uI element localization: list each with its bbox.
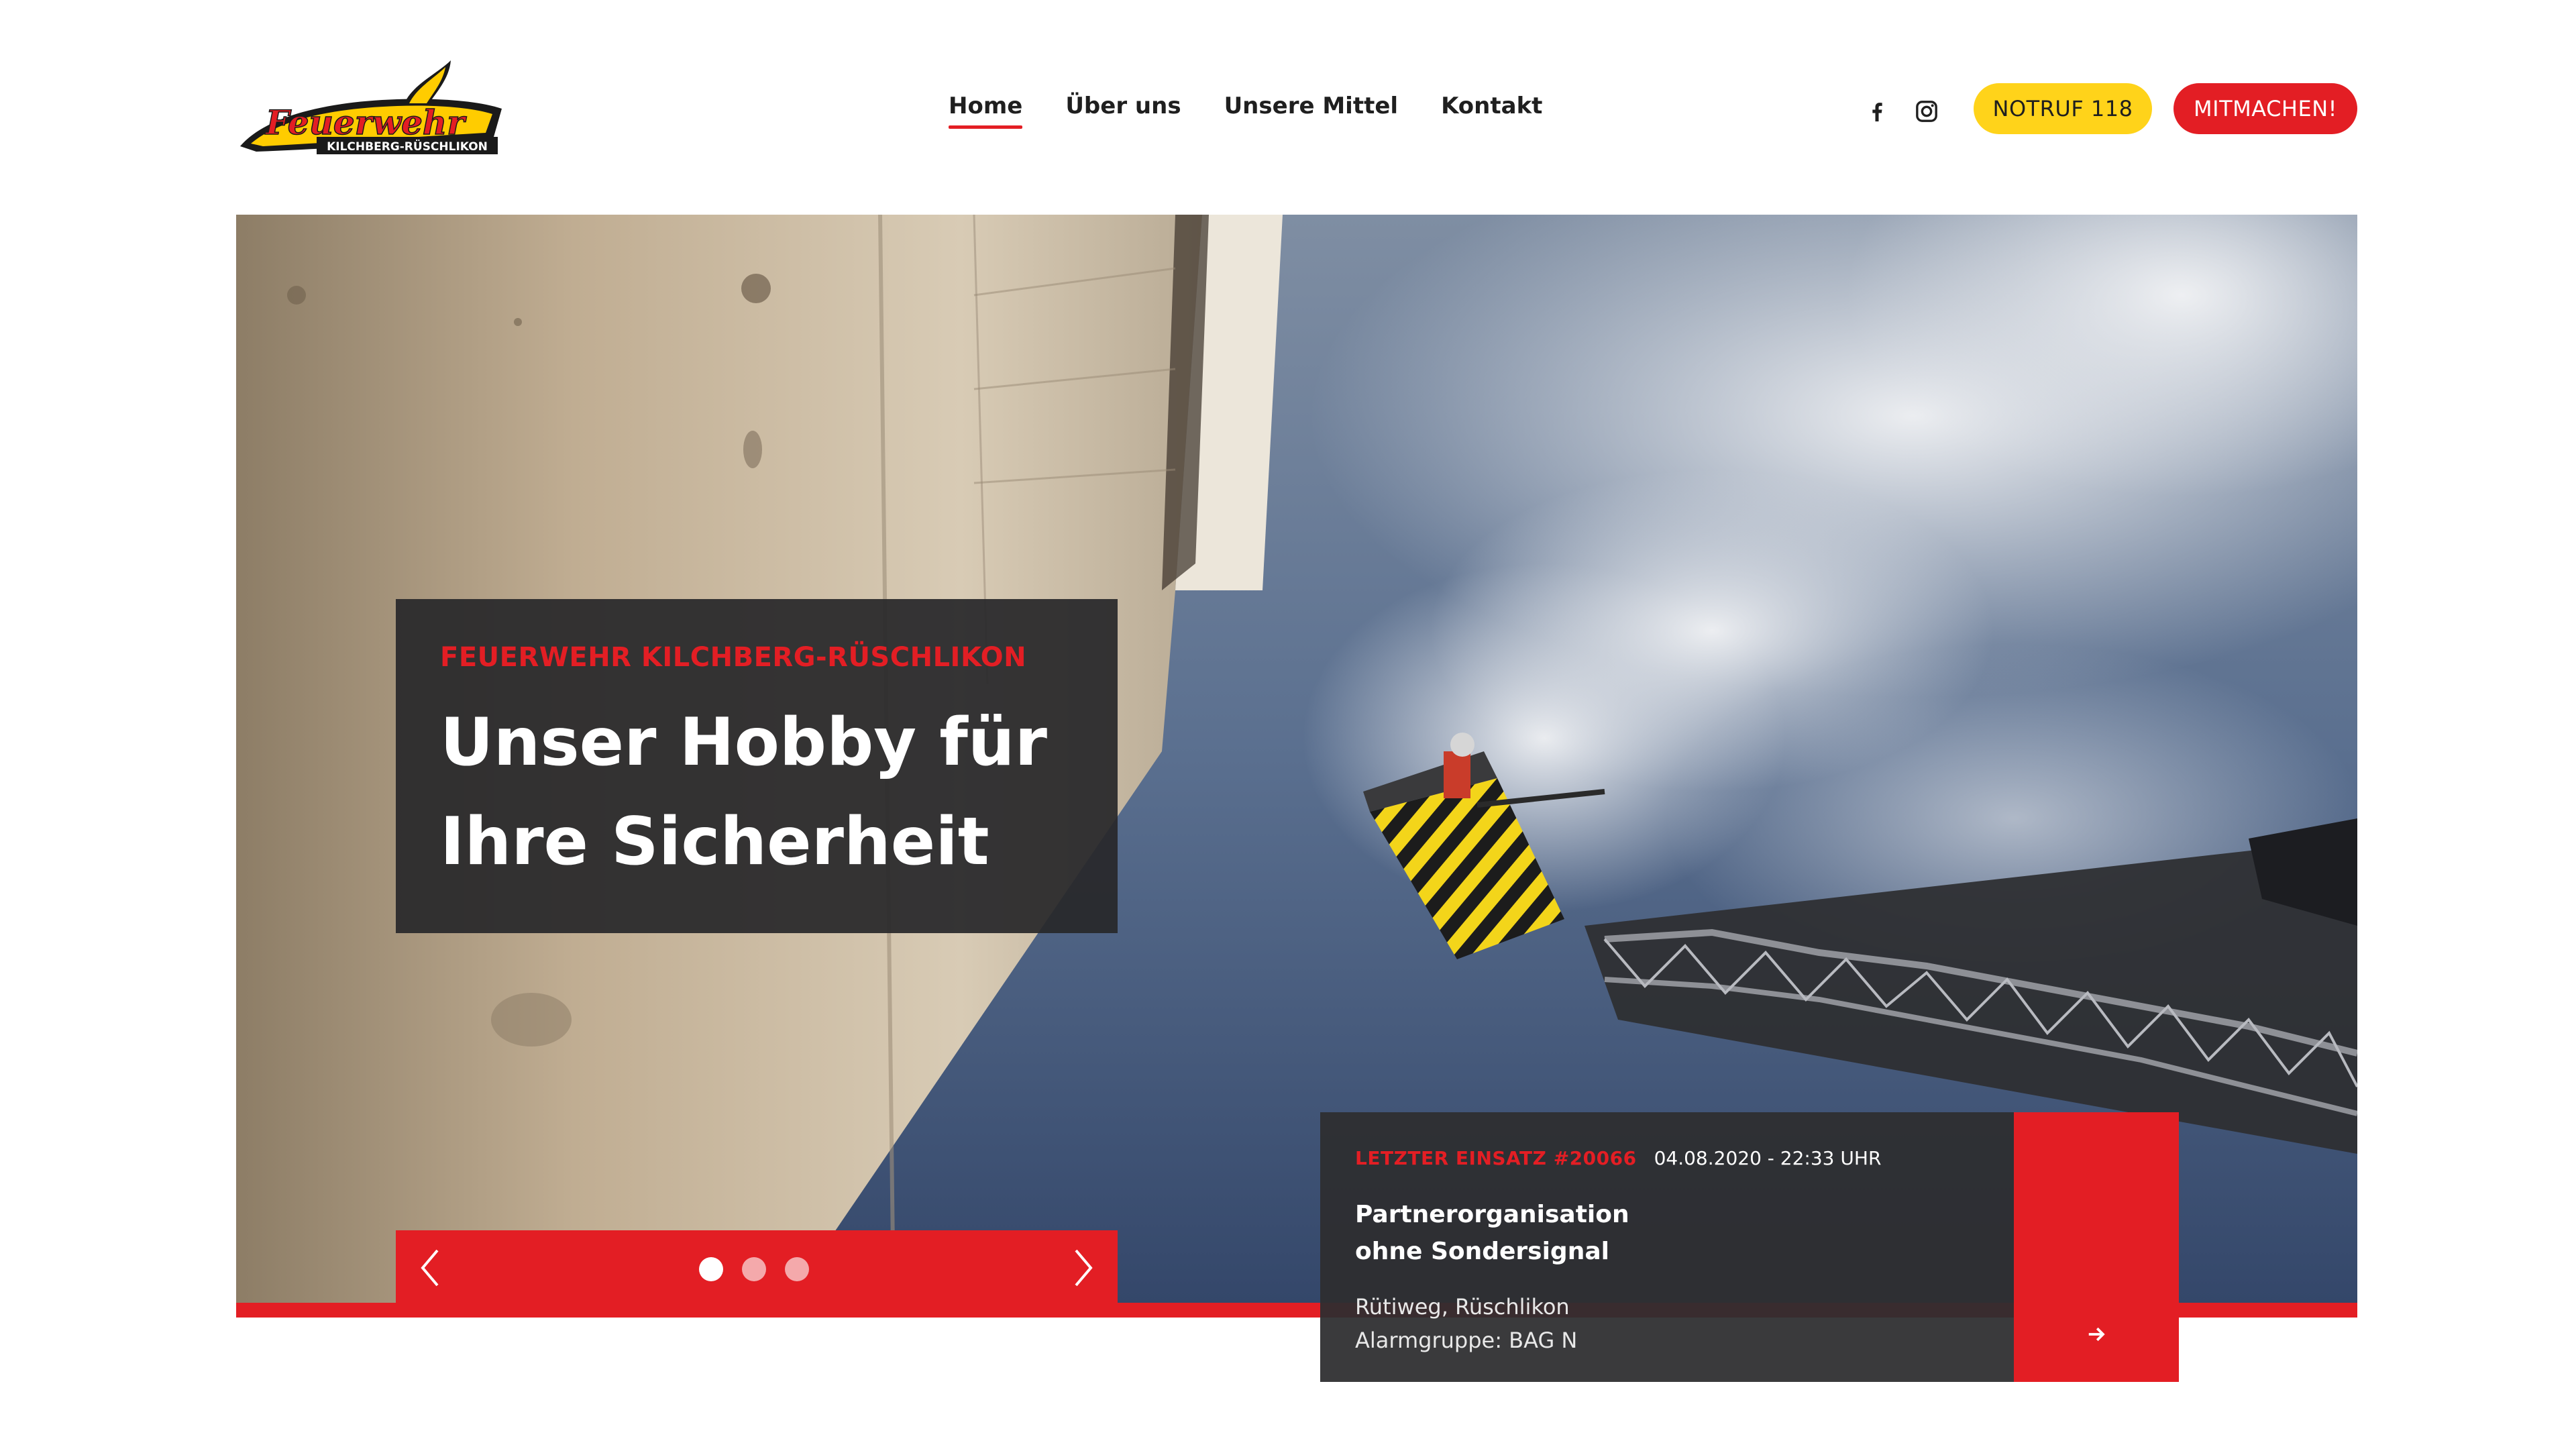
last-deployment-label: LETZTER EINSATZ #20066 — [1355, 1147, 1637, 1169]
nav-item-ueber-uns[interactable]: Über uns — [1065, 93, 1181, 129]
last-deployment-datetime: 04.08.2020 - 22:33 UHR — [1654, 1147, 1882, 1169]
hero-text-card: FEUERWEHR KILCHBERG-RÜSCHLIKON Unser Hob… — [396, 599, 1118, 933]
last-deployment-card[interactable]: LETZTER EINSATZ #20066 04.08.2020 - 22:3… — [1320, 1112, 2179, 1382]
slider-dot-2[interactable] — [742, 1257, 766, 1281]
chevron-left-icon[interactable] — [417, 1248, 444, 1288]
svg-text:Feuerwehr: Feuerwehr — [264, 103, 467, 142]
feuerwehr-logo: Feuerwehr KILCHBERG-RÜSCHLIKON — [240, 60, 502, 154]
slider-dot-3[interactable] — [785, 1257, 809, 1281]
hero-title: Unser Hobby für Ihre Sicherheit — [440, 704, 1047, 880]
arrow-right-icon — [2088, 1327, 2105, 1342]
hero-eyebrow: FEUERWEHR KILCHBERG-RÜSCHLIKON — [440, 642, 1027, 673]
last-deployment-title: Partnerorganisation ohne Sondersignal — [1355, 1201, 1629, 1265]
instagram-icon[interactable] — [1913, 98, 1940, 125]
facebook-icon[interactable] — [1864, 98, 1890, 125]
nav-item-home[interactable]: Home — [949, 93, 1023, 129]
notruf-button[interactable]: NOTRUF 118 — [1974, 83, 2152, 134]
site-header: Feuerwehr KILCHBERG-RÜSCHLIKON Home Über… — [0, 0, 2576, 215]
last-deployment-info: Rütiweg, Rüschlikon Alarmgruppe: BAG N — [1355, 1290, 1979, 1357]
svg-text:KILCHBERG-RÜSCHLIKON: KILCHBERG-RÜSCHLIKON — [327, 139, 488, 154]
last-deployment-location: Rütiweg, Rüschlikon — [1355, 1294, 1570, 1320]
nav-item-unsere-mittel[interactable]: Unsere Mittel — [1224, 93, 1398, 129]
main-nav: Home Über uns Unsere Mittel Kontakt — [949, 93, 1542, 129]
last-deployment-body: LETZTER EINSATZ #20066 04.08.2020 - 22:3… — [1320, 1112, 2014, 1382]
chevron-right-icon[interactable] — [1069, 1248, 1096, 1288]
last-deployment-alarm-group: Alarmgruppe: BAG N — [1355, 1328, 1578, 1353]
last-deployment-meta: LETZTER EINSATZ #20066 04.08.2020 - 22:3… — [1355, 1147, 1979, 1169]
slider-dots — [699, 1257, 809, 1281]
nav-item-kontakt[interactable]: Kontakt — [1441, 93, 1542, 129]
mitmachen-button[interactable]: MITMACHEN! — [2174, 83, 2357, 134]
slider-dot-1[interactable] — [699, 1257, 723, 1281]
last-deployment-go-button[interactable] — [2014, 1112, 2179, 1382]
social-links — [1864, 98, 1940, 125]
slider-controls — [396, 1230, 1118, 1303]
site-logo[interactable]: Feuerwehr KILCHBERG-RÜSCHLIKON — [236, 58, 504, 158]
